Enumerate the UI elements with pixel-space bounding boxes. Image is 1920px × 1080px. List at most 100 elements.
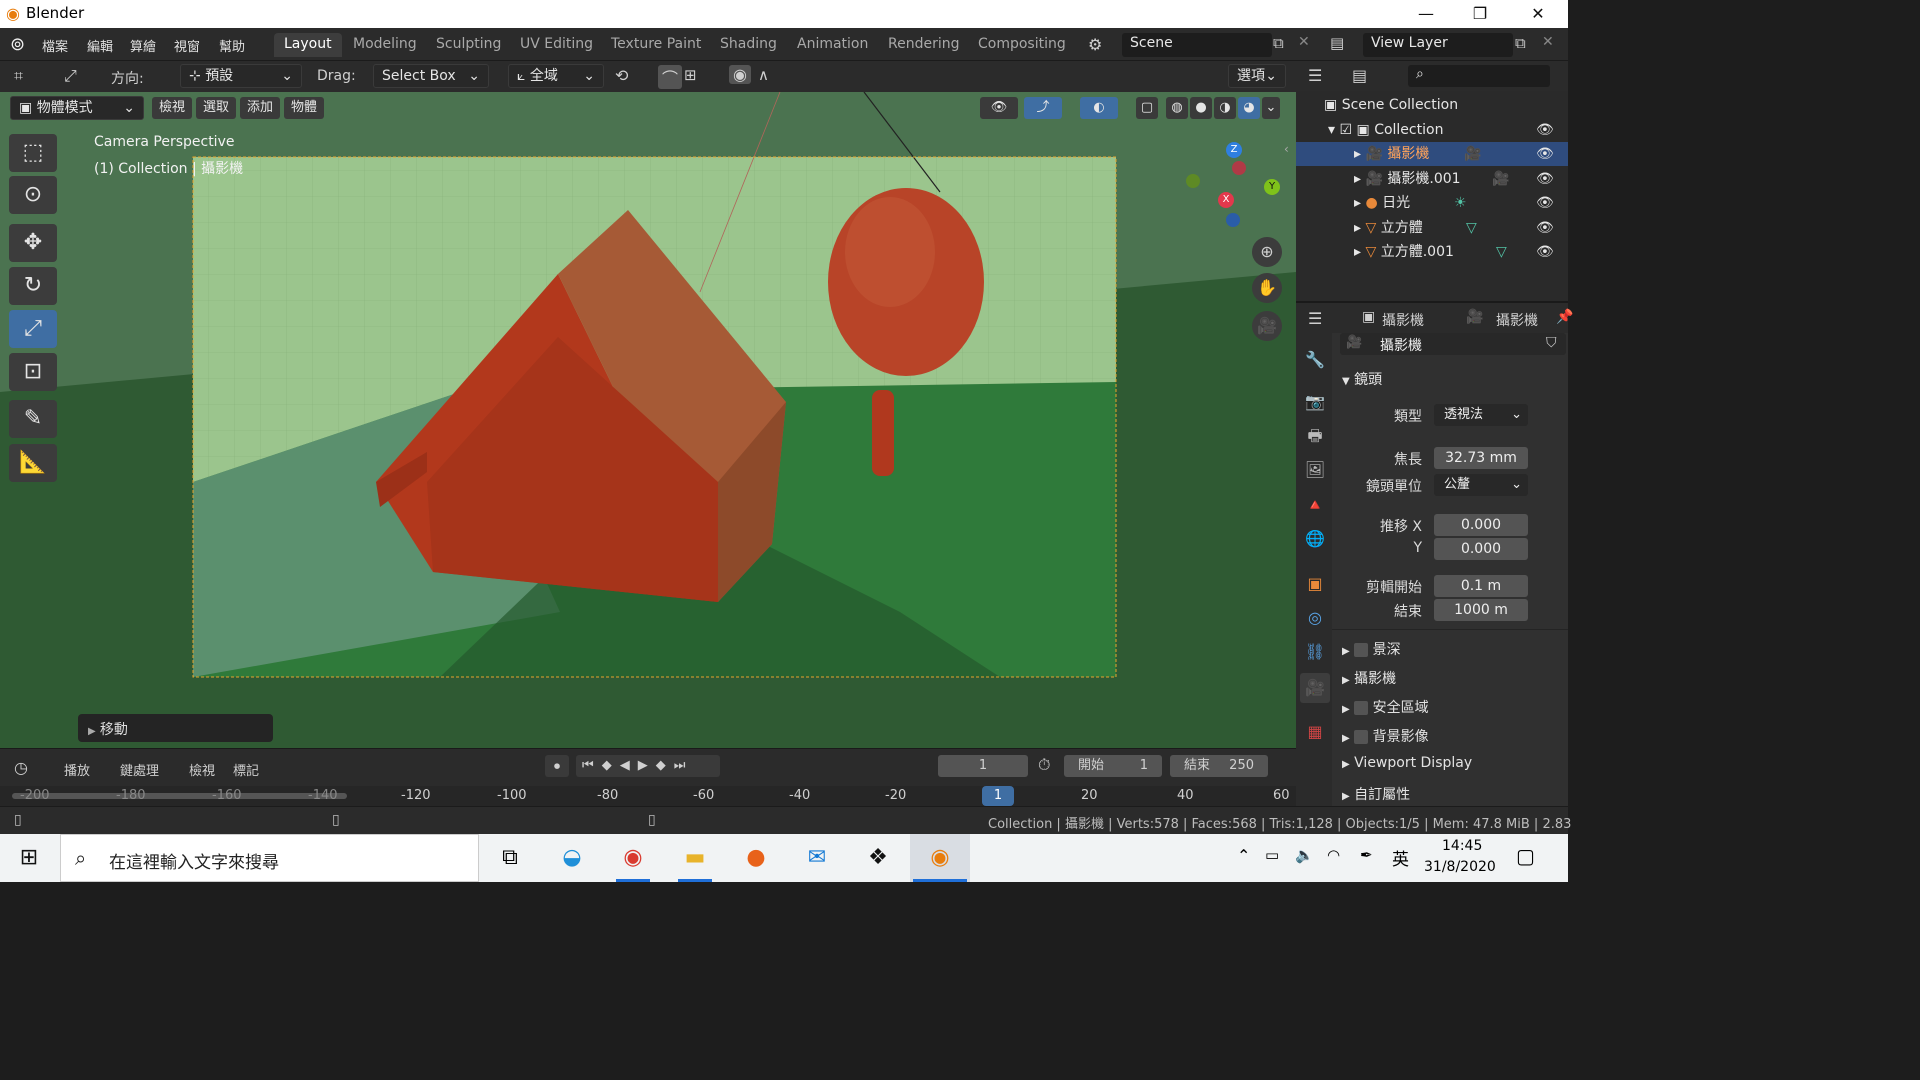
- pen-icon[interactable]: ✒: [1360, 846, 1373, 864]
- gizmo-x-axis[interactable]: X: [1218, 192, 1234, 208]
- playhead[interactable]: 1: [982, 786, 1014, 806]
- firefox-icon[interactable]: ●: [739, 842, 773, 874]
- dof-checkbox[interactable]: [1354, 643, 1369, 657]
- outliner-item-camera[interactable]: ▸ 🎥 攝影機 🎥 👁: [1296, 142, 1568, 166]
- eye-icon[interactable]: 👁: [1536, 167, 1554, 191]
- end-frame-field[interactable]: 結束 250: [1170, 755, 1268, 777]
- orientation-dropdown[interactable]: ⊹ 預設 ⌄: [180, 64, 302, 88]
- sun-data-icon[interactable]: ☀: [1454, 191, 1467, 215]
- expand-triangle-icon[interactable]: ▸: [1354, 244, 1361, 260]
- dof-section-header[interactable]: ▶ 景深: [1342, 639, 1401, 659]
- current-frame-field[interactable]: 1: [938, 755, 1028, 777]
- camera-type-dropdown[interactable]: 透視法 ⌄: [1434, 404, 1528, 426]
- gizmo-neg-y[interactable]: [1232, 161, 1246, 175]
- task-view-icon[interactable]: ⧉: [493, 842, 527, 874]
- tab-uv-editing[interactable]: UV Editing: [510, 33, 603, 57]
- tab-rendering[interactable]: Rendering: [878, 33, 970, 57]
- custom-props-section-header[interactable]: ▶ 自訂屬性: [1342, 784, 1410, 804]
- camera-data-icon[interactable]: 🎥: [1464, 142, 1481, 166]
- clock-date[interactable]: 31/8/2020: [1424, 859, 1496, 875]
- scene-collection-row[interactable]: ▣ Scene Collection: [1296, 93, 1568, 117]
- proportional-edit-icon[interactable]: ◉: [729, 65, 751, 84]
- wireframe-shading-icon[interactable]: ◍: [1166, 97, 1188, 119]
- object-tab-icon[interactable]: ▣: [1300, 569, 1330, 599]
- tab-sculpting[interactable]: Sculpting: [426, 33, 511, 57]
- eye-icon[interactable]: 👁: [1536, 142, 1554, 166]
- sidebar-toggle-icon[interactable]: ‹: [1284, 142, 1289, 156]
- clock-time[interactable]: 14:45: [1442, 838, 1482, 854]
- start-frame-field[interactable]: 開始 1: [1064, 755, 1162, 777]
- scene-icon[interactable]: ⚙: [1088, 35, 1102, 54]
- collection-row[interactable]: ▾ ☑ ▣ Collection 👁: [1296, 118, 1568, 142]
- gizmo-neg-x[interactable]: [1186, 174, 1200, 188]
- camera-view-icon[interactable]: 🎥: [1252, 311, 1282, 341]
- drag-dropdown[interactable]: Select Box ⌄: [373, 64, 489, 88]
- outliner-search-input[interactable]: ⌕: [1408, 65, 1550, 87]
- last-operator-panel[interactable]: ▶ 移動: [78, 714, 273, 742]
- lens-unit-dropdown[interactable]: 公釐 ⌄: [1434, 474, 1528, 496]
- tab-compositing[interactable]: Compositing: [968, 33, 1076, 57]
- tab-layout[interactable]: Layout: [274, 33, 342, 57]
- volume-icon[interactable]: 🔈: [1295, 846, 1314, 864]
- ime-indicator[interactable]: 英: [1392, 845, 1409, 870]
- mail-icon[interactable]: ✉: [800, 842, 834, 874]
- outliner-item-cube-001[interactable]: ▸ ▽ 立方體.001 ▽ 👁: [1296, 240, 1568, 264]
- cursor-icon[interactable]: ⊙: [9, 176, 57, 214]
- physics-tab-icon[interactable]: ◎: [1300, 603, 1330, 633]
- playback-controls[interactable]: ⏮◆◀▶◆⏭: [576, 755, 720, 777]
- xray-icon[interactable]: ▢: [1136, 97, 1158, 119]
- filter-icon[interactable]: ▤: [1352, 66, 1367, 85]
- tab-texture-paint[interactable]: Texture Paint: [601, 33, 711, 57]
- eye-icon[interactable]: 👁: [1536, 118, 1554, 142]
- dropbox-icon[interactable]: ❖: [861, 842, 895, 874]
- editor-type-clock-icon[interactable]: ◷: [14, 758, 28, 777]
- falloff-icon[interactable]: ∧: [758, 66, 769, 84]
- transform-icon[interactable]: ⊡: [9, 353, 57, 391]
- file-explorer-icon[interactable]: ▬: [678, 842, 712, 874]
- gizmo-y-axis[interactable]: Y: [1264, 179, 1280, 195]
- notifications-icon[interactable]: ▢: [1516, 844, 1535, 868]
- eye-icon[interactable]: 👁: [1536, 240, 1554, 264]
- shift-y-field[interactable]: 0.000: [1434, 538, 1528, 560]
- mode-dropdown[interactable]: ▣ 物體模式 ⌄: [10, 96, 144, 120]
- collapse-triangle-icon[interactable]: ▾: [1328, 122, 1335, 138]
- render-tab-icon[interactable]: 📷: [1300, 387, 1330, 417]
- safe-areas-checkbox[interactable]: [1354, 701, 1369, 715]
- tray-chevron-up-icon[interactable]: ⌃: [1237, 846, 1250, 865]
- constraints-tab-icon[interactable]: ⛓: [1300, 637, 1330, 667]
- tool-tab-icon[interactable]: 🔧: [1300, 345, 1330, 375]
- pin-icon[interactable]: 📌: [1556, 309, 1573, 325]
- wifi-icon[interactable]: ◠: [1327, 846, 1340, 864]
- camera-data-icon[interactable]: 🎥: [1492, 167, 1509, 191]
- view-layer-tab-icon[interactable]: 🖼: [1300, 455, 1330, 485]
- menu-render[interactable]: 算繪: [130, 36, 156, 55]
- timeline-scrollbar[interactable]: [12, 793, 347, 799]
- expand-triangle-icon[interactable]: ▸: [1354, 195, 1361, 211]
- restore-icon[interactable]: ❐: [1457, 2, 1503, 26]
- menu-help[interactable]: 幫助: [219, 36, 245, 55]
- annotate-icon[interactable]: ✎: [9, 400, 57, 438]
- expand-triangle-icon[interactable]: ▸: [1354, 220, 1361, 236]
- tab-animation[interactable]: Animation: [787, 33, 878, 57]
- menu-window[interactable]: 視窗: [174, 36, 200, 55]
- lens-section-header[interactable]: ▼ 鏡頭: [1342, 369, 1382, 389]
- pan-hand-icon[interactable]: ✋: [1252, 273, 1282, 303]
- menu-view[interactable]: 檢視: [152, 97, 192, 119]
- navigation-gizmo[interactable]: Z Y X: [1180, 137, 1280, 237]
- tab-shading[interactable]: Shading: [710, 33, 787, 57]
- blender-menu-icon[interactable]: ⊚: [10, 34, 25, 55]
- outliner-item-camera-001[interactable]: ▸ 🎥 攝影機.001 🎥 👁: [1296, 167, 1568, 191]
- pivot-icon[interactable]: ⟲: [615, 66, 628, 85]
- overlay-toggle-icon[interactable]: ◐: [1080, 97, 1118, 119]
- camera-section-header[interactable]: ▶ 攝影機: [1342, 668, 1396, 688]
- menu-object[interactable]: 物體: [284, 97, 324, 119]
- mesh-data-icon[interactable]: ▽: [1496, 240, 1507, 264]
- material-shading-icon[interactable]: ◑: [1214, 97, 1236, 119]
- eye-icon[interactable]: 👁: [1536, 191, 1554, 215]
- timeline-menu-marker[interactable]: 標記: [233, 760, 259, 779]
- menu-add[interactable]: 添加: [240, 97, 280, 119]
- new-scene-icon[interactable]: ⧉: [1273, 34, 1284, 52]
- stopwatch-icon[interactable]: ⏱: [1038, 755, 1050, 775]
- background-images-checkbox[interactable]: [1354, 730, 1369, 744]
- editor-type-icon[interactable]: ☰: [1308, 309, 1322, 328]
